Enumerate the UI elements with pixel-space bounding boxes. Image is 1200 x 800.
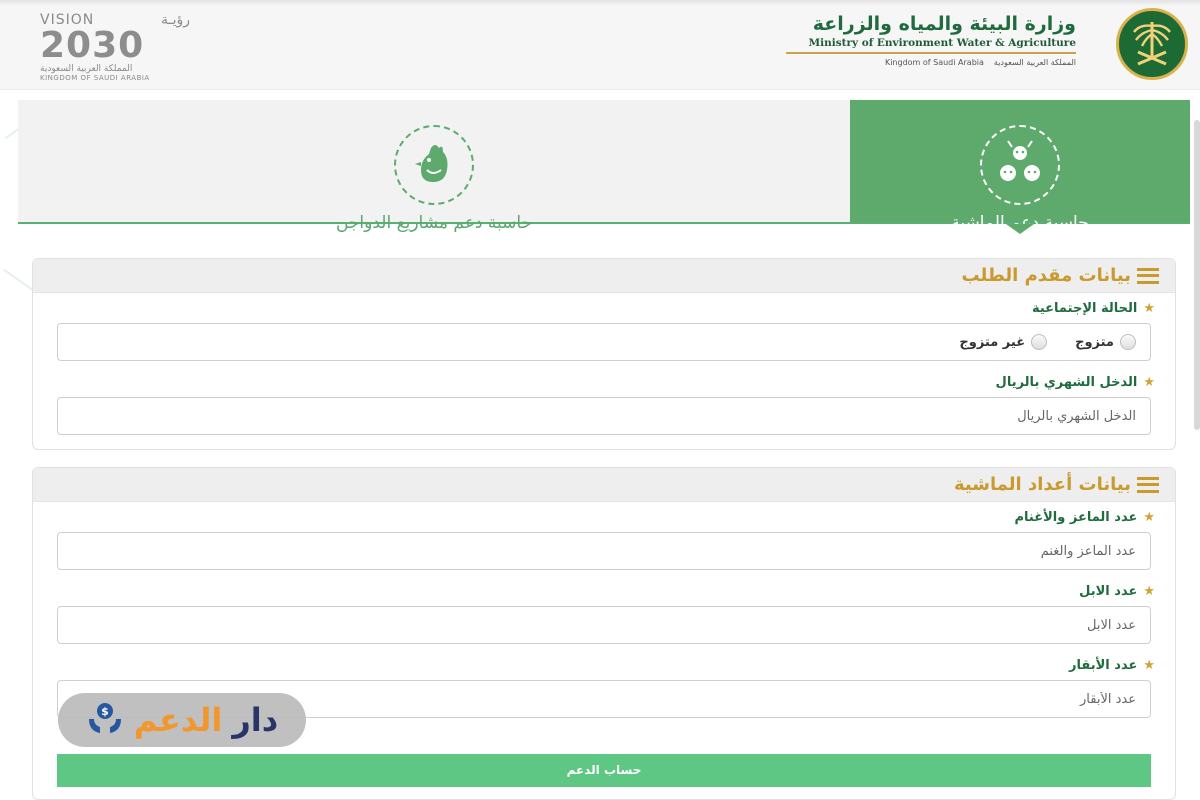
header-shadow: [0, 0, 1200, 6]
livestock-panel-header: بيانات أعداد الماشية: [33, 468, 1175, 502]
livestock-icon: [980, 125, 1060, 205]
palm-emblem-icon: [1116, 8, 1188, 80]
applicant-panel: بيانات مقدم الطلب ★الحالة الإجتماعية متز…: [32, 258, 1176, 450]
vision-label-ar: رؤيـة: [160, 12, 190, 28]
ministry-kingdom-en: Kingdom of Saudi Arabia: [884, 58, 984, 67]
applicant-panel-title: بيانات مقدم الطلب: [961, 265, 1131, 286]
goats-input[interactable]: [57, 532, 1151, 570]
required-star-icon: ★: [1143, 658, 1155, 673]
vision-kingdom-ar: المملكة العربية السعودية: [40, 64, 133, 74]
camels-label: ★عدد الابل: [1079, 584, 1155, 599]
required-star-icon: ★: [1143, 510, 1155, 525]
required-star-icon: ★: [1143, 584, 1155, 599]
radio-single-circle[interactable]: [1031, 334, 1048, 350]
tab-livestock-calculator[interactable]: حاسبة دعم الماشية: [850, 100, 1190, 233]
svg-text:$: $: [101, 705, 109, 718]
livestock-panel: بيانات أعداد الماشية ★عدد الماعز والأغنا…: [32, 467, 1176, 800]
livestock-panel-title: بيانات أعداد الماشية: [954, 474, 1131, 495]
header-bar: VISION رؤيـة 2030 المملكة العربية السعود…: [0, 0, 1200, 90]
marital-status-label: ★الحالة الإجتماعية: [1031, 301, 1155, 316]
poultry-icon: [394, 125, 474, 205]
ministry-logo-text: وزارة البيئة والمياه والزراعة Ministry o…: [776, 12, 1076, 72]
required-star-icon: ★: [1143, 301, 1155, 316]
required-star-icon: ★: [1143, 375, 1155, 390]
vision-2030-logo: VISION رؤيـة 2030 المملكة العربية السعود…: [40, 12, 200, 82]
cows-label: ★عدد الأبقار: [1069, 658, 1155, 673]
ministry-divider: [786, 52, 1076, 54]
radio-married[interactable]: متزوج: [1075, 334, 1136, 350]
tab-poultry-calculator[interactable]: حاسبة دعم مشاريع الدواجن: [18, 100, 850, 233]
ministry-kingdom-ar: المملكة العربية السعودية: [993, 58, 1076, 67]
vision-year: 2030: [40, 25, 145, 66]
list-icon: [1137, 267, 1159, 284]
vision-kingdom-en: KINGDOM OF SAUDI ARABIA: [40, 74, 150, 82]
hands-money-icon: $: [86, 699, 124, 741]
dar-aldaam-watermark: دار الدعم $: [58, 693, 306, 747]
active-tab-indicator: [1006, 224, 1034, 234]
radio-single[interactable]: غير متزوج: [959, 334, 1048, 350]
radio-married-circle[interactable]: [1120, 334, 1136, 350]
applicant-panel-header: بيانات مقدم الطلب: [33, 259, 1175, 293]
income-label: ★الدخل الشهري بالريال: [995, 375, 1155, 390]
ministry-name-ar: وزارة البيئة والمياه والزراعة: [812, 13, 1076, 35]
ministry-kingdom: Kingdom of Saudi Arabia المملكة العربية …: [776, 58, 1076, 67]
camels-input[interactable]: [57, 606, 1151, 644]
watermark-word-daem: الدعم: [133, 701, 223, 739]
list-icon: [1137, 476, 1159, 493]
calculator-tabs: حاسبة دعم الماشية حاسبة دعم مشاريع الدوا…: [18, 100, 1190, 233]
ministry-name-en: Ministry of Environment Water & Agricult…: [808, 37, 1076, 49]
scrollbar-thumb[interactable]: [1194, 120, 1200, 430]
goats-label: ★عدد الماعز والأغنام: [1014, 510, 1155, 525]
marital-status-group: متزوج غير متزوج: [57, 323, 1151, 361]
watermark-word-dar: دار: [232, 701, 279, 739]
calculate-support-button[interactable]: حساب الدعم: [57, 754, 1151, 787]
tab-poultry-label: حاسبة دعم مشاريع الدواجن: [335, 213, 533, 233]
income-input[interactable]: [57, 397, 1151, 435]
